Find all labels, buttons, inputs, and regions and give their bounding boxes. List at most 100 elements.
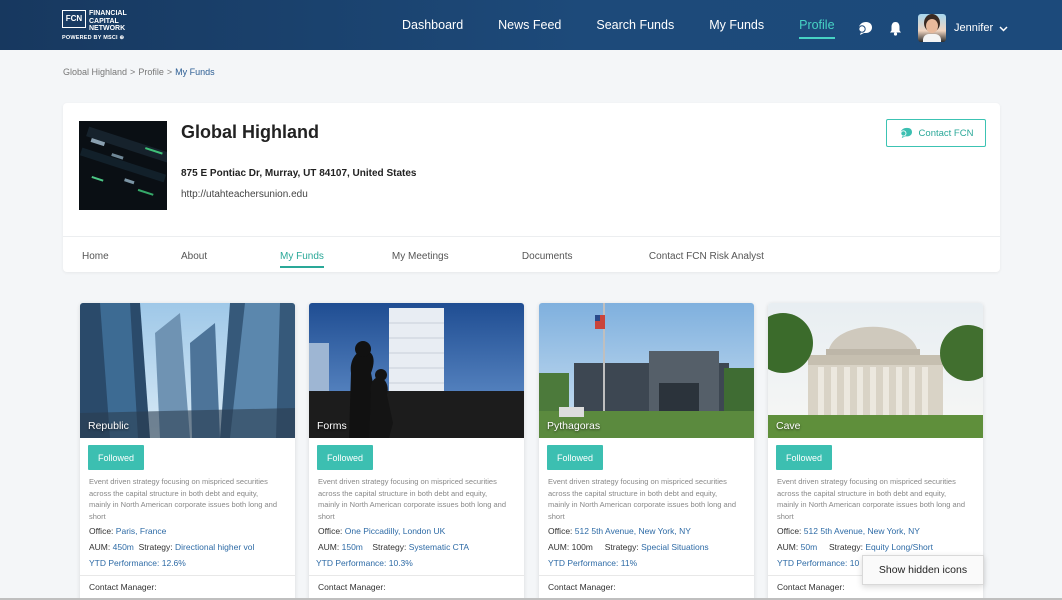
- followed-button[interactable]: Followed: [547, 445, 603, 470]
- powered-by-label: POWERED BY MSCI ⊕: [62, 34, 125, 41]
- breadcrumb-separator: >: [166, 67, 173, 77]
- fund-office: Office: 512 5th Avenue, New York, NY: [548, 526, 691, 536]
- aum-value: 50m: [800, 542, 818, 552]
- fund-ytd-performance: YTD Performance: 11%: [548, 558, 638, 568]
- tab-home[interactable]: Home: [82, 251, 181, 262]
- contact-fcn-label: Contact FCN: [918, 127, 974, 139]
- user-name[interactable]: Jennifer: [954, 22, 993, 34]
- fund-card[interactable]: Pythagoras Followed Event driven strateg…: [539, 303, 754, 600]
- breadcrumb-item-global-highland[interactable]: Global Highland: [63, 67, 127, 77]
- strategy-value[interactable]: Systematic CTA: [409, 542, 469, 552]
- breadcrumb: Global Highland > Profile > My Funds: [63, 67, 215, 77]
- contact-manager-label: Contact Manager:: [89, 582, 157, 592]
- bell-icon[interactable]: [886, 19, 904, 37]
- fund-aum-strategy: AUM: 50m Strategy: Equity Long/Short: [777, 542, 933, 552]
- nav-dashboard[interactable]: Dashboard: [402, 18, 463, 32]
- fund-aum-strategy: AUM: 150m Strategy: Systematic CTA: [318, 542, 469, 552]
- nav-profile[interactable]: Profile: [799, 18, 835, 39]
- tab-documents[interactable]: Documents: [522, 251, 649, 262]
- followed-button[interactable]: Followed: [776, 445, 832, 470]
- divider: [309, 575, 524, 576]
- fund-aum-strategy: AUM: 100m Strategy: Special Situations: [548, 542, 709, 552]
- nav-my-funds[interactable]: My Funds: [709, 18, 764, 32]
- breadcrumb-item-my-funds: My Funds: [175, 67, 215, 77]
- logo-line: CAPITAL: [89, 17, 119, 25]
- tab-about[interactable]: About: [181, 251, 280, 262]
- fund-ytd-performance: YTD Performance: 10: [777, 558, 860, 568]
- logo-line: NETWORK: [89, 25, 126, 32]
- fund-description: Event driven strategy focusing on mispri…: [318, 477, 507, 521]
- chat-icon[interactable]: [856, 19, 874, 37]
- divider: [80, 575, 295, 576]
- office-value[interactable]: 512 5th Avenue, New York, NY: [575, 526, 691, 536]
- profile-website-link[interactable]: http://utahteachersunion.edu: [181, 189, 308, 200]
- logo-wordmark: FINANCIAL CAPITAL NETWORK: [89, 10, 127, 33]
- profile-card: Global Highland 875 E Pontiac Dr, Murray…: [63, 103, 1000, 272]
- followed-button[interactable]: Followed: [317, 445, 373, 470]
- profile-address: 875 E Pontiac Dr, Murray, UT 84107, Unit…: [181, 168, 417, 179]
- strategy-value[interactable]: Special Situations: [641, 542, 709, 552]
- strategy-label: Strategy:: [372, 542, 407, 552]
- nav-search-funds[interactable]: Search Funds: [596, 18, 674, 32]
- show-hidden-icons-tooltip: Show hidden icons: [862, 555, 984, 585]
- strategy-value[interactable]: Directional higher vol: [175, 542, 254, 552]
- nav-news-feed[interactable]: News Feed: [498, 18, 561, 32]
- main-nav: Dashboard News Feed Search Funds My Fund…: [402, 0, 870, 50]
- breadcrumb-item-profile[interactable]: Profile: [138, 67, 164, 77]
- aum-value: 100m: [571, 542, 593, 552]
- fund-description: Event driven strategy focusing on mispri…: [777, 477, 966, 521]
- top-navigation-bar: FCNFINANCIAL CAPITAL NETWORK POWERED BY MS…: [0, 0, 1062, 50]
- aum-value: 150m: [341, 542, 363, 552]
- fund-image: Cave: [768, 303, 983, 438]
- fund-title: Forms: [317, 420, 347, 432]
- chat-icon: [899, 127, 912, 139]
- fund-ytd-performance: YTD Performance: 12.6%: [89, 558, 186, 568]
- aum-label: AUM:: [318, 542, 340, 552]
- fund-card[interactable]: Republic Followed Event driven strategy …: [80, 303, 295, 600]
- profile-image: [79, 121, 167, 210]
- office-label: Office:: [548, 526, 573, 536]
- fund-description: Event driven strategy focusing on mispri…: [548, 477, 737, 521]
- divider: [63, 236, 1000, 237]
- fund-office: Office: One Piccadilly, London UK: [318, 526, 445, 536]
- strategy-value[interactable]: Equity Long/Short: [865, 542, 933, 552]
- divider: [539, 575, 754, 576]
- strategy-label: Strategy:: [604, 542, 639, 552]
- fund-title: Republic: [88, 420, 129, 432]
- fund-office: Office: 512 5th Avenue, New York, NY: [777, 526, 920, 536]
- aum-value: 450m: [112, 542, 134, 552]
- breadcrumb-separator: >: [130, 67, 136, 77]
- contact-fcn-button[interactable]: Contact FCN: [886, 119, 986, 147]
- strategy-label: Strategy:: [138, 542, 173, 552]
- office-value[interactable]: One Piccadilly, London UK: [345, 526, 445, 536]
- fund-office: Office: Paris, France: [89, 526, 166, 536]
- fund-ytd-performance: YTD Performance: 10.3%: [316, 558, 413, 568]
- profile-name: Global Highland: [181, 122, 319, 142]
- logo-line: FINANCIAL: [89, 10, 127, 17]
- fund-image: Forms: [309, 303, 524, 438]
- fund-card[interactable]: Forms Followed Event driven strategy foc…: [309, 303, 524, 600]
- office-value[interactable]: 512 5th Avenue, New York, NY: [804, 526, 920, 536]
- office-label: Office:: [777, 526, 802, 536]
- tab-my-funds[interactable]: My Funds: [280, 251, 324, 268]
- contact-manager-label: Contact Manager:: [318, 582, 386, 592]
- strategy-label: Strategy:: [828, 542, 864, 552]
- tab-my-meetings[interactable]: My Meetings: [392, 251, 522, 262]
- fund-title: Pythagoras: [547, 420, 601, 432]
- followed-button[interactable]: Followed: [88, 445, 144, 470]
- office-label: Office:: [89, 526, 114, 536]
- profile-tabs: Home About My Funds My Meetings Document…: [82, 251, 764, 268]
- chevron-down-icon[interactable]: [999, 19, 1008, 37]
- aum-label: AUM:: [777, 542, 799, 552]
- user-avatar[interactable]: [918, 14, 946, 42]
- fund-aum-strategy: AUM: 450m Strategy: Directional higher v…: [89, 542, 254, 552]
- tab-contact-risk-analyst[interactable]: Contact FCN Risk Analyst: [649, 251, 764, 262]
- office-label: Office:: [318, 526, 343, 536]
- fund-title: Cave: [776, 420, 801, 432]
- office-value[interactable]: Paris, France: [116, 526, 167, 536]
- fund-description: Event driven strategy focusing on mispri…: [89, 477, 278, 521]
- top-actions: Jennifer: [856, 14, 1008, 42]
- contact-manager-label: Contact Manager:: [777, 582, 845, 592]
- fcn-logo[interactable]: FCNFINANCIAL CAPITAL NETWORK POWERED BY MS…: [62, 10, 127, 41]
- fund-image: Pythagoras: [539, 303, 754, 438]
